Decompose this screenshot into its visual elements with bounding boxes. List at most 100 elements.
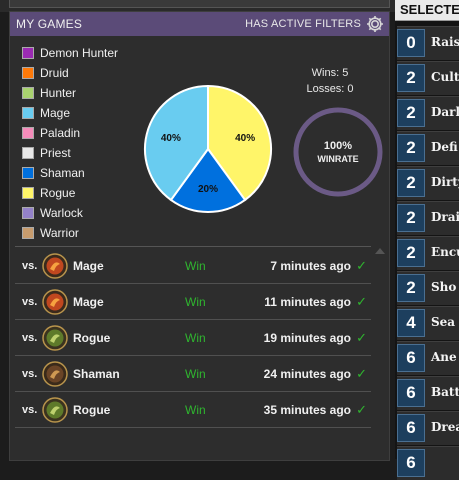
game-time: 19 minutes ago xyxy=(263,331,351,345)
panel-header: MY GAMES HAS ACTIVE FILTERS xyxy=(10,12,389,36)
winrate-ring-fill xyxy=(293,107,383,197)
opponent-class: Mage xyxy=(73,259,104,273)
winrate-ring: 100% WINRATE xyxy=(293,107,383,197)
game-result: Win xyxy=(185,367,206,381)
card-cost: 2 xyxy=(397,274,425,302)
card-name: Sea xyxy=(431,315,456,329)
card-cost: 6 xyxy=(397,379,425,407)
legend-label: Druid xyxy=(40,66,69,80)
deck-panel: SELECTED 0 Rais 2 Cult 2 Darl 2 Defi 2 Dirty 2 Drai… xyxy=(395,0,459,480)
card-name: Defi xyxy=(431,140,458,154)
card-name: Ane xyxy=(431,350,457,364)
legend-label: Hunter xyxy=(40,86,77,100)
class-pie-chart: 40% 20% 40% xyxy=(144,84,272,213)
card-cost: 2 xyxy=(397,99,425,127)
pie-slice-label: 40% xyxy=(161,133,181,144)
deck-card-row[interactable]: 2 Darl xyxy=(397,96,459,130)
legend-label: Paladin xyxy=(40,126,81,140)
game-time: 11 minutes ago xyxy=(264,295,351,309)
check-icon: ✓ xyxy=(356,258,367,273)
deck-card-row[interactable]: 2 Dirty xyxy=(397,166,459,200)
game-result: Win xyxy=(185,331,206,345)
game-row[interactable]: vs. Rogue Win 19 minutes ago ✓ xyxy=(15,320,371,356)
game-time: 35 minutes ago xyxy=(263,403,351,417)
vs-label: vs. xyxy=(22,296,38,308)
check-icon: ✓ xyxy=(356,366,367,381)
deck-header[interactable]: SELECTED xyxy=(395,0,459,21)
deck-card-row[interactable]: 2 Drai xyxy=(397,201,459,235)
panel-title: MY GAMES xyxy=(16,17,83,31)
vs-label: vs. xyxy=(22,404,38,416)
deck-card-row[interactable]: 6 xyxy=(397,446,459,480)
legend-label: Mage xyxy=(40,106,71,120)
vs-label: vs. xyxy=(22,260,38,272)
opponent-class: Rogue xyxy=(73,331,111,345)
deck-card-row[interactable]: 2 Cult xyxy=(397,61,459,95)
card-cost: 6 xyxy=(397,344,425,372)
opponent-class: Mage xyxy=(73,295,104,309)
deck-card-row[interactable]: 6 Drea xyxy=(397,411,459,445)
card-name: Rais xyxy=(431,35,459,49)
card-cost: 2 xyxy=(397,169,425,197)
game-row[interactable]: vs. Rogue Win 35 minutes ago ✓ xyxy=(15,392,371,428)
top-strip-bar xyxy=(9,0,390,8)
games-list-divider xyxy=(15,246,371,247)
legend-swatch xyxy=(22,227,34,239)
legend-label: Warlock xyxy=(40,206,83,220)
card-cost: 2 xyxy=(397,204,425,232)
card-name: Dirty xyxy=(431,175,459,189)
legend-label: Warrior xyxy=(40,226,79,240)
legend-label: Demon Hunter xyxy=(40,46,119,60)
legend-swatch xyxy=(22,67,34,79)
legend-swatch xyxy=(22,87,34,99)
deck-card-row[interactable]: 2 Defi xyxy=(397,131,459,165)
card-cost: 2 xyxy=(397,239,425,267)
deck-card-row[interactable]: 2 Sho xyxy=(397,271,459,305)
card-cost: 4 xyxy=(397,309,425,337)
game-row[interactable]: vs. Mage Win 11 minutes ago ✓ xyxy=(15,284,371,320)
check-icon: ✓ xyxy=(356,402,367,417)
game-result: Win xyxy=(185,259,206,273)
check-icon: ✓ xyxy=(356,330,367,345)
card-cost: 6 xyxy=(397,414,425,442)
losses-count: Losses: 0 xyxy=(306,83,354,95)
game-result: Win xyxy=(185,295,206,309)
deck-card-row[interactable]: 6 Ane xyxy=(397,341,459,375)
winrate-value: 100% xyxy=(324,140,352,152)
card-name: Encu xyxy=(431,245,459,259)
game-row[interactable]: vs. Mage Win 7 minutes ago ✓ xyxy=(15,248,371,284)
card-name: Sho xyxy=(431,280,457,294)
card-cost: 6 xyxy=(397,449,425,477)
winrate-label: WINRATE xyxy=(317,154,358,164)
vs-label: vs. xyxy=(22,368,38,380)
deck-card-row[interactable]: 2 Encu xyxy=(397,236,459,270)
legend-swatch xyxy=(22,107,34,119)
legend-label: Rogue xyxy=(40,186,76,200)
legend-label: Shaman xyxy=(40,166,85,180)
card-name: Drai xyxy=(431,210,459,224)
scroll-up-arrow[interactable] xyxy=(375,248,385,254)
deck-card-row[interactable]: 0 Rais xyxy=(397,26,459,60)
legend-swatch xyxy=(22,147,34,159)
active-filters-label[interactable]: HAS ACTIVE FILTERS xyxy=(245,18,361,30)
deck-card-row[interactable]: 6 Battl xyxy=(397,376,459,410)
card-name: Drea xyxy=(431,420,459,434)
card-name: Darl xyxy=(431,105,459,119)
gear-icon[interactable] xyxy=(365,14,385,34)
card-name: Battl xyxy=(431,385,459,399)
legend-label: Priest xyxy=(40,146,71,160)
card-cost: 2 xyxy=(397,134,425,162)
legend-swatch xyxy=(22,47,34,59)
deck-header-label: SELECTED xyxy=(400,2,459,17)
game-row[interactable]: vs. Shaman Win 24 minutes ago ✓ xyxy=(15,356,371,392)
card-cost: 0 xyxy=(397,29,425,57)
rogue-hero-icon xyxy=(42,397,68,423)
opponent-class: Rogue xyxy=(73,403,111,417)
pie-slice-label: 20% xyxy=(198,184,218,195)
game-result: Win xyxy=(185,403,206,417)
deck-card-row[interactable]: 4 Sea xyxy=(397,306,459,340)
legend-swatch xyxy=(22,127,34,139)
mage-hero-icon xyxy=(42,289,68,315)
mage-hero-icon xyxy=(42,253,68,279)
card-name: Cult xyxy=(431,70,459,84)
